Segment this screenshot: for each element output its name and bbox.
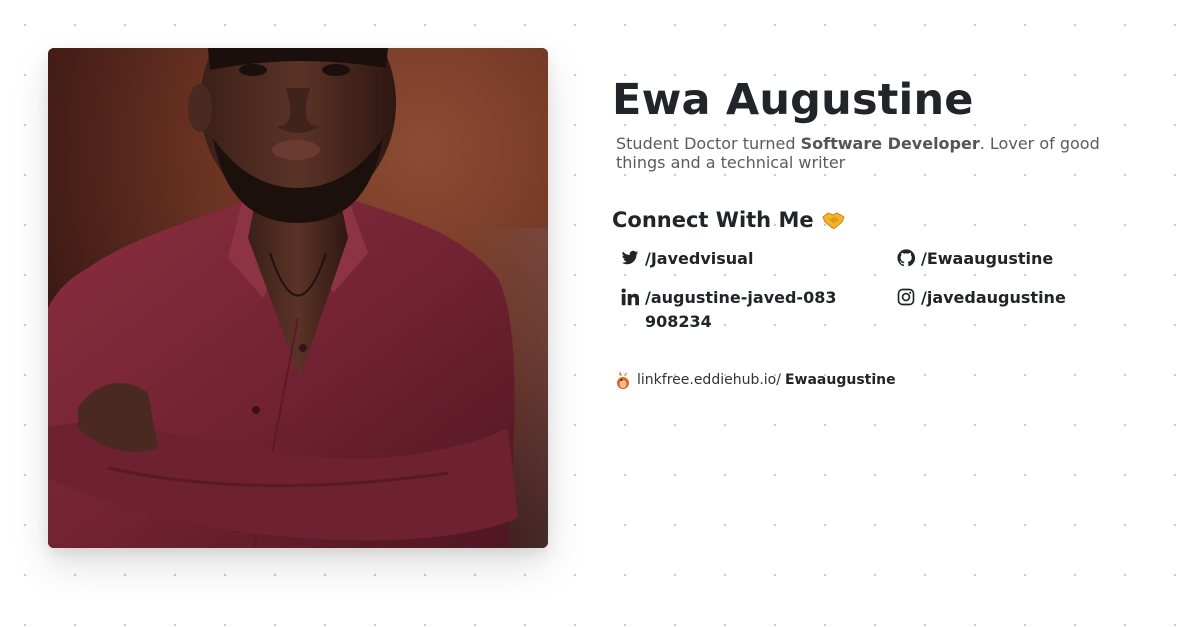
bio-highlight: Software Developer: [800, 134, 980, 153]
twitter-link[interactable]: /Javedvisual: [621, 247, 897, 271]
connect-heading: Connect With Me: [612, 207, 1172, 233]
github-icon: [897, 249, 916, 267]
linkedin-handle: /augustine-javed-083908234: [645, 288, 837, 331]
profile-name: Ewa Augustine: [612, 75, 974, 125]
linkfree-logo-icon: [614, 370, 632, 390]
twitter-handle: /Javedvisual: [645, 249, 754, 268]
instagram-icon: [897, 288, 915, 306]
profile-info: Ewa Augustine Student Doctor turned Soft…: [612, 74, 1172, 390]
handshake-icon: [821, 210, 846, 230]
instagram-handle: /javedaugustine: [921, 288, 1066, 307]
instagram-link[interactable]: /javedaugustine: [897, 286, 1137, 334]
connect-heading-text: Connect With Me: [612, 208, 814, 232]
twitter-icon: [621, 249, 639, 267]
linkedin-link[interactable]: /augustine-javed-083908234: [621, 286, 897, 334]
linkfree-link[interactable]: linkfree.eddiehub.io/ Ewaaugustine: [614, 370, 1172, 390]
profile-photo: [48, 48, 548, 548]
linkedin-icon: [621, 288, 639, 306]
linkfree-domain: linkfree.eddiehub.io/: [637, 372, 781, 388]
bio-prefix: Student Doctor turned: [616, 134, 801, 153]
github-link[interactable]: /Ewaaugustine: [897, 247, 1137, 271]
linkfree-username: Ewaaugustine: [784, 372, 896, 388]
profile-bio: Student Doctor turned Software Developer…: [616, 134, 1116, 172]
social-links: /Javedvisual /Ewaaugustine /augustine-ja…: [621, 247, 1172, 334]
github-handle: /Ewaaugustine: [921, 249, 1054, 268]
